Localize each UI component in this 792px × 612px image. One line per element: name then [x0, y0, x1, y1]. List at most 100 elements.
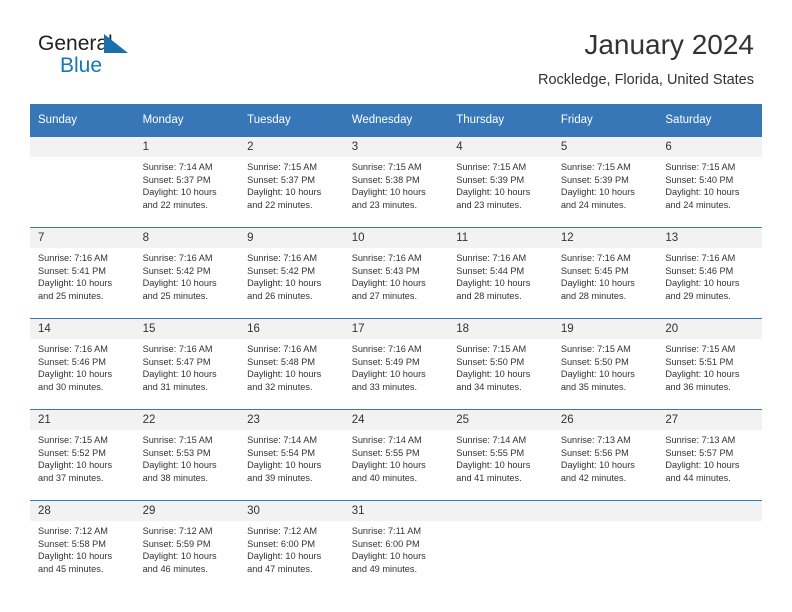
calendar-day-cell[interactable]: 10 Sunrise: 7:16 AM Sunset: 5:43 PM Dayligh…: [343, 227, 449, 319]
sunset-text: Sunset: 5:45 PM: [560, 265, 629, 276]
calendar-day-cell-empty: [552, 500, 658, 591]
day-number: 2: [239, 137, 344, 157]
calendar-day-cell[interactable]: 17 Sunrise: 7:16 AM Sunset: 5:49 PM Dayligh…: [343, 318, 449, 410]
calendar-header-row: Sunday Monday Tuesday Wednesday Thursday…: [30, 104, 762, 137]
calendar-day-cell[interactable]: 27 Sunrise: 7:13 AM Sunset: 5:57 PM Dayligh…: [657, 409, 762, 501]
daylight-text: Daylight: 10 hours and 30 minutes.: [38, 369, 113, 392]
calendar-day-cell[interactable]: 25 Sunrise: 7:14 AM Sunset: 5:55 PM Dayligh…: [448, 409, 553, 501]
calendar-day-cell[interactable]: 15 Sunrise: 7:16 AM Sunset: 5:47 PM Dayligh…: [134, 318, 240, 410]
calendar-day-cell[interactable]: 21 Sunrise: 7:15 AM Sunset: 5:52 PM Dayligh…: [30, 409, 135, 501]
day-number: 23: [239, 410, 344, 430]
calendar-day-cell[interactable]: 16 Sunrise: 7:16 AM Sunset: 5:48 PM Dayligh…: [239, 318, 344, 410]
calendar-day-cell[interactable]: 31 Sunrise: 7:11 AM Sunset: 6:00 PM Dayligh…: [343, 500, 449, 591]
calendar-day-cell[interactable]: 4 Sunrise: 7:15 AM Sunset: 5:39 PM Daylight…: [448, 136, 553, 228]
calendar-day-cell[interactable]: 18 Sunrise: 7:15 AM Sunset: 5:50 PM Dayligh…: [448, 318, 553, 410]
day-number: 9: [239, 228, 344, 248]
calendar-day-cell[interactable]: 1 Sunrise: 7:14 AM Sunset: 5:37 PM Daylight…: [134, 136, 240, 228]
calendar-day-cell[interactable]: 29 Sunrise: 7:12 AM Sunset: 5:59 PM Dayligh…: [134, 500, 240, 591]
sunrise-text: Sunrise: 7:12 AM: [247, 526, 318, 536]
calendar-day-cell[interactable]: 22 Sunrise: 7:15 AM Sunset: 5:53 PM Dayligh…: [134, 409, 240, 501]
day-number: 13: [657, 228, 762, 248]
sunrise-text: Sunrise: 7:16 AM: [142, 253, 213, 263]
sunset-text: Sunset: 5:55 PM: [351, 447, 420, 458]
day-number: 6: [657, 137, 762, 157]
calendar-day-cell-empty: [30, 136, 135, 228]
day-details: Sunrise: 7:14 AM Sunset: 5:55 PM Daylight:…: [344, 430, 449, 484]
sunset-text: Sunset: 5:37 PM: [247, 174, 316, 185]
day-number: 10: [343, 228, 449, 248]
day-details: Sunrise: 7:15 AM Sunset: 5:37 PM Daylight:…: [239, 157, 344, 211]
day-number: 29: [134, 501, 240, 521]
title-block: January 2024 Rockledge, Florida, United …: [538, 28, 754, 90]
sunset-text: Sunset: 5:37 PM: [142, 174, 211, 185]
day-details: Sunrise: 7:16 AM Sunset: 5:45 PM Daylight:…: [553, 248, 658, 302]
daylight-text: Daylight: 10 hours and 35 minutes.: [560, 369, 635, 392]
weekday-header-wednesday: Wednesday: [343, 104, 449, 137]
day-number: 17: [343, 319, 449, 339]
logo-text-blue: Blue: [60, 54, 103, 77]
calendar-day-cell[interactable]: 8 Sunrise: 7:16 AM Sunset: 5:42 PM Daylight…: [134, 227, 240, 319]
page-title: January 2024: [584, 29, 754, 60]
calendar-day-cell[interactable]: 5 Sunrise: 7:15 AM Sunset: 5:39 PM Daylight…: [552, 136, 658, 228]
weekday-header-thursday: Thursday: [448, 104, 553, 137]
calendar-day-cell[interactable]: 14 Sunrise: 7:16 AM Sunset: 5:46 PM Dayligh…: [30, 318, 135, 410]
day-number: 1: [134, 137, 240, 157]
sunrise-text: Sunrise: 7:15 AM: [456, 162, 527, 172]
calendar-day-cell[interactable]: 3 Sunrise: 7:15 AM Sunset: 5:38 PM Daylight…: [343, 136, 449, 228]
general-blue-logo[interactable]: General Blue: [38, 33, 148, 81]
weekday-header-sunday: Sunday: [30, 104, 135, 137]
daylight-text: Daylight: 10 hours and 31 minutes.: [142, 369, 217, 392]
sunrise-text: Sunrise: 7:11 AM: [351, 526, 421, 536]
daylight-text: Daylight: 10 hours and 27 minutes.: [351, 278, 426, 301]
calendar-day-cell[interactable]: 13 Sunrise: 7:16 AM Sunset: 5:46 PM Dayligh…: [657, 227, 762, 319]
day-number: 25: [448, 410, 553, 430]
day-details: Sunrise: 7:16 AM Sunset: 5:44 PM Daylight:…: [448, 248, 553, 302]
day-details: Sunrise: 7:15 AM Sunset: 5:51 PM Daylight:…: [657, 339, 762, 393]
daylight-text: Daylight: 10 hours and 37 minutes.: [38, 460, 113, 483]
calendar-day-cell[interactable]: 26 Sunrise: 7:13 AM Sunset: 5:56 PM Dayligh…: [552, 409, 658, 501]
sunset-text: Sunset: 5:38 PM: [351, 174, 420, 185]
day-details: Sunrise: 7:11 AM Sunset: 6:00 PM Daylight:…: [344, 521, 449, 575]
calendar-day-cell[interactable]: 30 Sunrise: 7:12 AM Sunset: 6:00 PM Dayligh…: [239, 500, 344, 591]
day-details: Sunrise: 7:15 AM Sunset: 5:38 PM Daylight:…: [344, 157, 449, 211]
calendar-day-cell[interactable]: 19 Sunrise: 7:15 AM Sunset: 5:50 PM Dayligh…: [552, 318, 658, 410]
sunset-text: Sunset: 5:42 PM: [247, 265, 316, 276]
day-details: Sunrise: 7:13 AM Sunset: 5:57 PM Daylight:…: [657, 430, 762, 484]
day-number: 16: [239, 319, 344, 339]
sunrise-text: Sunrise: 7:13 AM: [665, 435, 736, 445]
calendar-day-cell[interactable]: 9 Sunrise: 7:16 AM Sunset: 5:42 PM Daylight…: [239, 227, 344, 319]
day-details: Sunrise: 7:16 AM Sunset: 5:43 PM Daylight:…: [344, 248, 449, 302]
daylight-text: Daylight: 10 hours and 32 minutes.: [247, 369, 322, 392]
calendar-day-cell[interactable]: 23 Sunrise: 7:14 AM Sunset: 5:54 PM Dayligh…: [239, 409, 344, 501]
sunset-text: Sunset: 5:57 PM: [665, 447, 734, 458]
calendar-day-cell[interactable]: 24 Sunrise: 7:14 AM Sunset: 5:55 PM Dayligh…: [343, 409, 449, 501]
daylight-text: Daylight: 10 hours and 40 minutes.: [351, 460, 426, 483]
calendar-day-cell[interactable]: 28 Sunrise: 7:12 AM Sunset: 5:58 PM Dayligh…: [30, 500, 135, 591]
daylight-text: Daylight: 10 hours and 41 minutes.: [456, 460, 531, 483]
daylight-text: Daylight: 10 hours and 26 minutes.: [247, 278, 322, 301]
sunset-text: Sunset: 5:59 PM: [142, 538, 211, 549]
page-subtitle: Rockledge, Florida, United States: [538, 72, 754, 88]
day-details: Sunrise: 7:12 AM Sunset: 5:58 PM Daylight:…: [30, 521, 135, 575]
day-number: 7: [30, 228, 135, 248]
calendar-day-cell[interactable]: 11 Sunrise: 7:16 AM Sunset: 5:44 PM Dayligh…: [448, 227, 553, 319]
day-number: 5: [552, 137, 658, 157]
day-details: Sunrise: 7:16 AM Sunset: 5:48 PM Daylight:…: [239, 339, 344, 393]
calendar-day-cell[interactable]: 20 Sunrise: 7:15 AM Sunset: 5:51 PM Dayligh…: [657, 318, 762, 410]
sunrise-text: Sunrise: 7:16 AM: [351, 253, 422, 263]
sunset-text: Sunset: 5:42 PM: [142, 265, 211, 276]
day-number: [552, 501, 658, 521]
calendar-day-cell[interactable]: 7 Sunrise: 7:16 AM Sunset: 5:41 PM Daylight…: [30, 227, 135, 319]
daylight-text: Daylight: 10 hours and 42 minutes.: [560, 460, 635, 483]
calendar-day-cell[interactable]: 12 Sunrise: 7:16 AM Sunset: 5:45 PM Dayligh…: [552, 227, 658, 319]
daylight-text: Daylight: 10 hours and 24 minutes.: [665, 187, 740, 210]
sunset-text: Sunset: 5:39 PM: [456, 174, 525, 185]
day-number: 24: [343, 410, 449, 430]
sunset-text: Sunset: 6:00 PM: [247, 538, 316, 549]
day-details: Sunrise: 7:15 AM Sunset: 5:39 PM Daylight:…: [448, 157, 553, 211]
day-number: 12: [552, 228, 658, 248]
sunrise-text: Sunrise: 7:16 AM: [38, 253, 108, 263]
calendar-day-cell[interactable]: 2 Sunrise: 7:15 AM Sunset: 5:37 PM Daylight…: [239, 136, 344, 228]
calendar-day-cell[interactable]: 6 Sunrise: 7:15 AM Sunset: 5:40 PM Daylight…: [657, 136, 762, 228]
sunset-text: Sunset: 5:51 PM: [665, 356, 734, 367]
